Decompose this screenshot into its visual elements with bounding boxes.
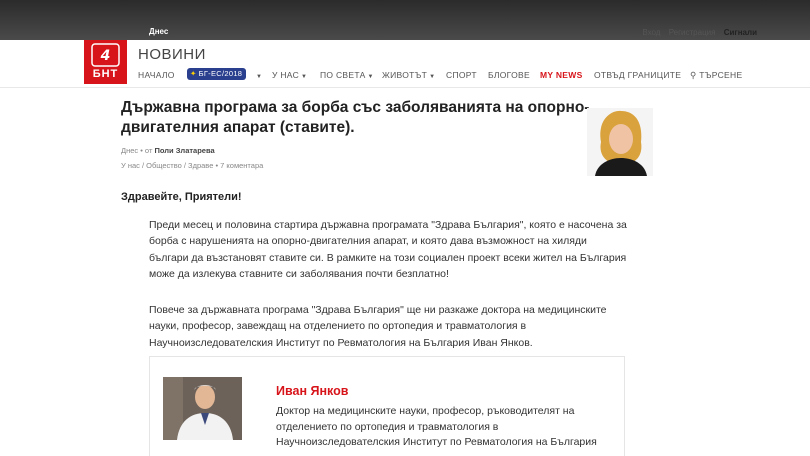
chevron-down-icon: ▼: [367, 74, 374, 80]
expert-card: Иван Янков Доктор на медицинските науки,…: [149, 356, 625, 456]
today-link[interactable]: Днес: [149, 27, 168, 36]
chevron-down-icon: ▼: [301, 74, 308, 80]
greeting: Здравейте, Приятели!: [121, 191, 242, 203]
logo-letters: БНТ: [92, 68, 119, 80]
nav-at-home[interactable]: У НАС ▼: [272, 70, 307, 80]
search-icon: ⚲: [690, 70, 697, 80]
author-avatar: [587, 108, 653, 176]
nav-blogs[interactable]: БЛОГОВЕ: [488, 70, 530, 80]
nav-presidency-label: БГ-ЕС/2018: [198, 69, 243, 78]
eu-stars-icon: ✦: [190, 69, 197, 78]
breadcrumb[interactable]: У нас / Общество / Здраве • 7 коментара: [121, 161, 263, 170]
nav-world-label: ПО СВЕТА: [320, 70, 366, 80]
author-link[interactable]: Поли Златарева: [154, 146, 214, 155]
paragraph-2: Повече за държавната програма "Здрава Бъ…: [149, 304, 607, 349]
svg-text:4: 4: [100, 48, 111, 64]
nav-beyond-borders[interactable]: ОТВЪД ГРАНИЦИТЕ: [594, 70, 681, 80]
expert-description: Доктор на медицинските науки, професор, …: [276, 405, 597, 448]
nav-at-home-label: У НАС: [272, 70, 300, 80]
article-title: Държавна програма за борба със заболяван…: [121, 99, 590, 136]
login-link[interactable]: Вход: [642, 28, 660, 37]
bnt-logo[interactable]: 4 БНТ: [84, 40, 127, 84]
expert-photo: [163, 377, 242, 440]
bnt-logo-mark-icon: 4: [91, 43, 120, 67]
nav-world[interactable]: ПО СВЕТА ▼: [320, 70, 374, 80]
nav-presidency[interactable]: ✦ БГ-ЕС/2018: [187, 68, 247, 80]
nav-my-news[interactable]: MY NEWS: [540, 70, 583, 80]
nav-life-label: ЖИВОТЪТ: [382, 70, 428, 80]
register-link[interactable]: Регистрация: [669, 28, 716, 37]
section-title[interactable]: НОВИНИ: [138, 46, 206, 63]
meta-prefix: Днес • от: [121, 146, 153, 155]
nav-home[interactable]: НАЧАЛО: [138, 70, 175, 80]
chevron-down-icon: ▼: [429, 74, 436, 80]
expert-name: Иван Янков: [276, 384, 349, 398]
nav-search-label: ТЪРСЕНЕ: [699, 70, 743, 80]
signals-link[interactable]: Сигнали: [724, 28, 757, 37]
nav-caret[interactable]: ▼: [254, 70, 262, 80]
nav-search[interactable]: ⚲ ТЪРСЕНЕ: [690, 70, 742, 81]
paragraph-1: Преди месец и половина стартира държавна…: [149, 219, 627, 280]
chevron-down-icon: ▼: [256, 74, 263, 80]
nav-life[interactable]: ЖИВОТЪТ ▼: [382, 70, 435, 80]
nav-sport[interactable]: СПОРТ: [446, 70, 477, 80]
site-header: 4 БНТ НОВИНИ: [0, 40, 810, 88]
user-links: Вход Регистрация Сигнали: [636, 28, 757, 37]
article-meta: Днес • от Поли Златарева: [121, 146, 215, 155]
